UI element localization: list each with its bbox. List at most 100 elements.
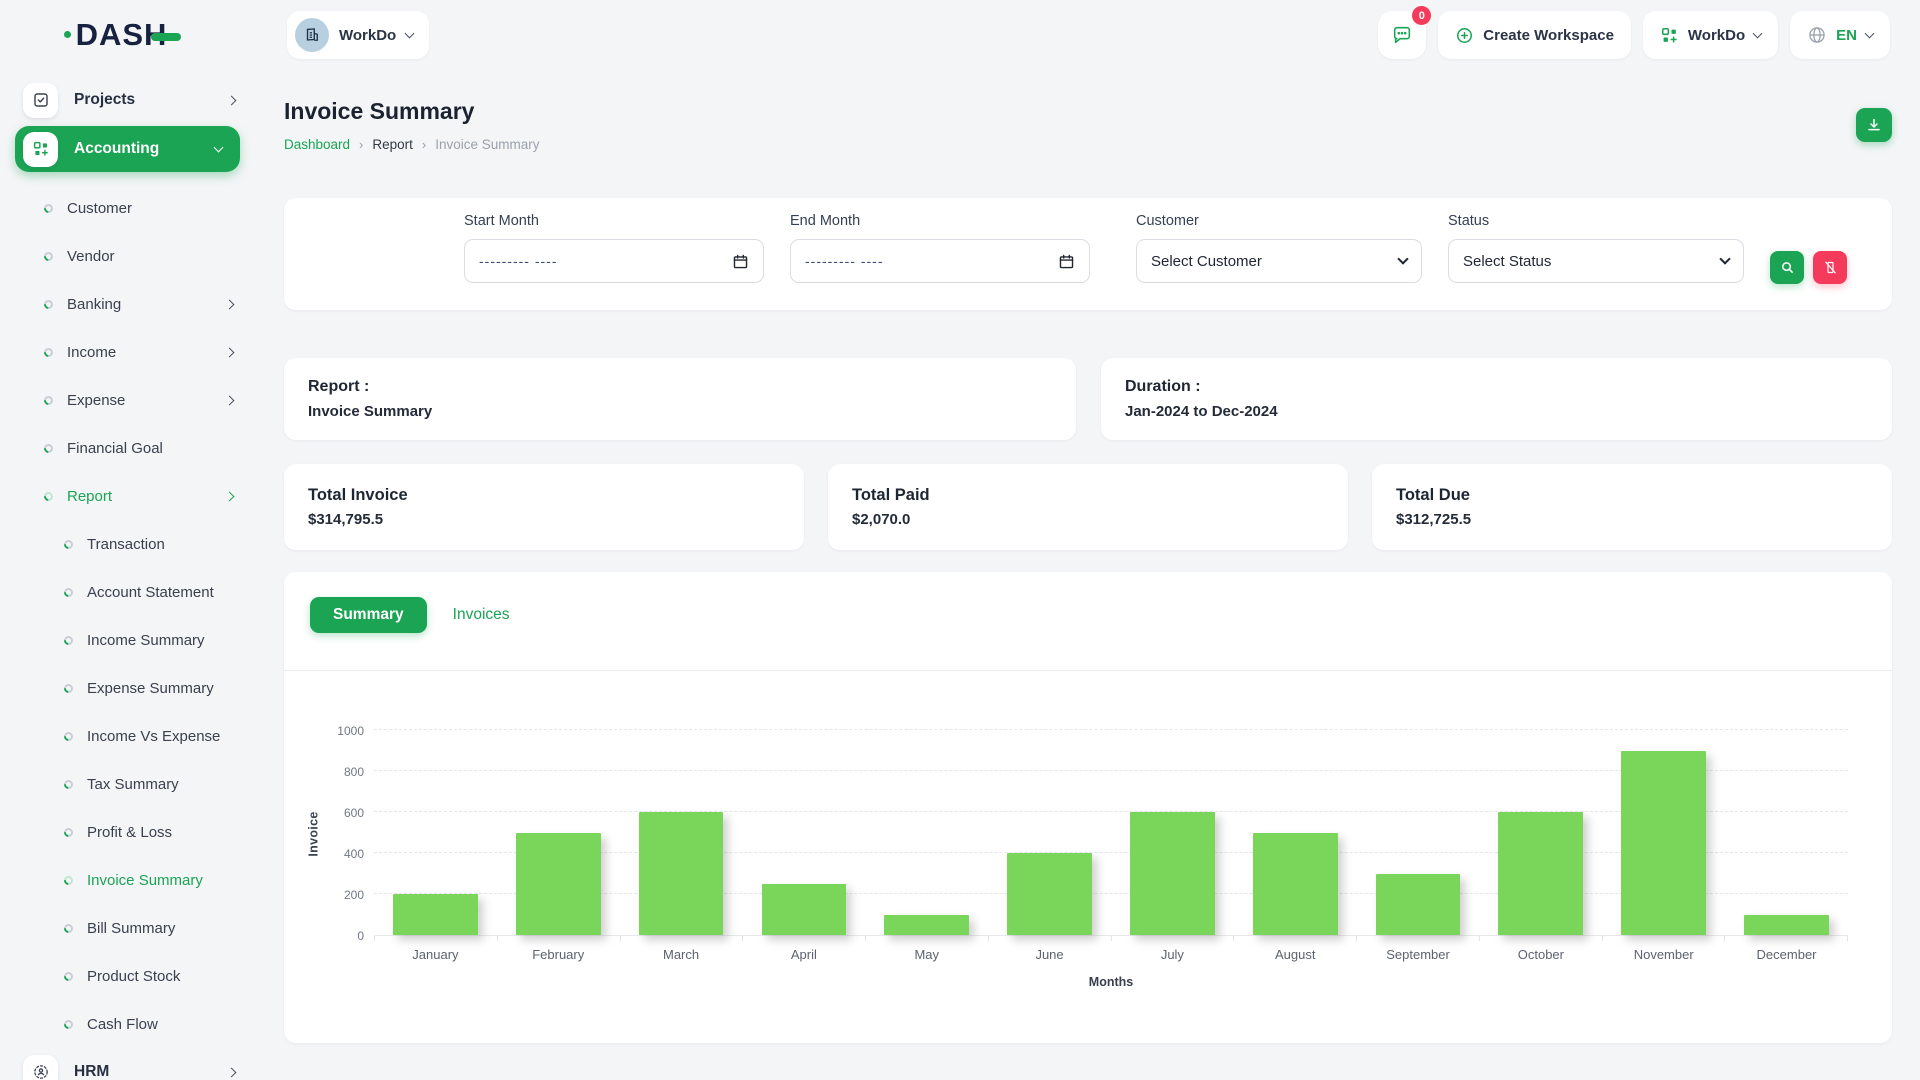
bar-slot	[1479, 731, 1602, 935]
app-logo[interactable]: DASH	[76, 17, 182, 53]
search-button[interactable]	[1770, 251, 1804, 284]
sidebar-item-bill-summary[interactable]: Bill Summary	[0, 904, 257, 952]
x-tick-label: June	[988, 947, 1111, 962]
workspace-name: WorkDo	[339, 27, 396, 44]
customer-label: Customer	[1136, 213, 1422, 229]
messages-badge: 0	[1412, 6, 1431, 25]
filter-panel: Start Month --------- ---- End Month ---…	[284, 198, 1892, 310]
bar-june[interactable]	[1007, 853, 1092, 935]
sidebar-item-financial-goal[interactable]: Financial Goal	[0, 424, 257, 472]
sidebar-item-tax-summary[interactable]: Tax Summary	[0, 760, 257, 808]
x-tick	[1480, 936, 1603, 941]
sidebar-item-profit-loss[interactable]: Profit & Loss	[0, 808, 257, 856]
bullet-icon	[62, 826, 75, 839]
language-selector[interactable]: EN	[1790, 11, 1890, 59]
logo-zone: DASH	[0, 17, 257, 53]
workspace-switcher-button[interactable]: WorkDo	[1643, 11, 1778, 59]
sidebar-item-accounting[interactable]: Accounting	[15, 126, 240, 172]
sidebar-item-invoice-summary[interactable]: Invoice Summary	[0, 856, 257, 904]
x-tick-label: November	[1602, 947, 1725, 962]
y-tick-label: 400	[344, 847, 364, 861]
bar-october[interactable]	[1498, 812, 1583, 935]
tabs: Summary Invoices	[284, 597, 1892, 633]
report-value: Invoice Summary	[308, 403, 1052, 420]
tab-invoices[interactable]: Invoices	[453, 606, 510, 624]
person-target-icon	[32, 1063, 50, 1080]
chevron-down-icon	[1397, 253, 1408, 264]
end-month-input[interactable]: --------- ----	[790, 239, 1090, 283]
checkbox-icon	[32, 91, 50, 109]
chevron-right-icon	[227, 95, 237, 105]
building-icon	[303, 26, 321, 44]
start-month-label: Start Month	[464, 213, 764, 229]
bar-march[interactable]	[639, 812, 724, 935]
sidebar-item-report[interactable]: Report	[0, 472, 257, 520]
breadcrumb-dashboard[interactable]: Dashboard	[284, 137, 350, 152]
x-tick	[498, 936, 621, 941]
sidebar-item-label: Bill Summary	[87, 920, 175, 937]
sidebar-item-cash-flow[interactable]: Cash Flow	[0, 1000, 257, 1048]
messages-button[interactable]: 0	[1378, 11, 1426, 59]
bar-july[interactable]	[1130, 812, 1215, 935]
bar-may[interactable]	[884, 915, 969, 936]
plus-circle-icon	[1455, 26, 1474, 45]
sidebar-item-income-vs-expense[interactable]: Income Vs Expense	[0, 712, 257, 760]
breadcrumb-report[interactable]: Report	[372, 137, 413, 152]
bar-slot	[620, 731, 743, 935]
topbar: DASH WorkDo 0 Create Workspace WorkDo EN	[0, 0, 1920, 70]
bar-february[interactable]	[516, 833, 601, 936]
bullet-icon	[42, 250, 55, 263]
bullet-icon	[62, 730, 75, 743]
bar-december[interactable]	[1744, 915, 1829, 936]
chevron-down-icon	[1865, 29, 1875, 39]
workspace-selector[interactable]: WorkDo	[287, 11, 429, 59]
bar-april[interactable]	[762, 884, 847, 935]
projects-icon-tile	[23, 83, 58, 118]
bar-january[interactable]	[393, 894, 478, 935]
download-button[interactable]	[1856, 108, 1892, 142]
create-workspace-button[interactable]: Create Workspace	[1438, 11, 1631, 59]
bar-september[interactable]	[1376, 874, 1461, 936]
bar-november[interactable]	[1621, 751, 1706, 936]
customer-select[interactable]: Select Customer	[1136, 239, 1422, 283]
sidebar-item-transaction[interactable]: Transaction	[0, 520, 257, 568]
sidebar-item-expense[interactable]: Expense	[0, 376, 257, 424]
tab-summary[interactable]: Summary	[310, 597, 427, 633]
start-month-input[interactable]: --------- ----	[464, 239, 764, 283]
sidebar-item-label: Income	[67, 344, 116, 361]
x-tick	[1725, 936, 1848, 941]
report-info-row: Report : Invoice Summary Duration : Jan-…	[284, 358, 1892, 440]
stat-label: Total Due	[1396, 486, 1868, 505]
y-axis-title: Invoice	[307, 811, 321, 856]
sidebar-item-customer[interactable]: Customer	[0, 184, 257, 232]
x-tick	[989, 936, 1112, 941]
bar-august[interactable]	[1253, 833, 1338, 936]
sidebar-item-banking[interactable]: Banking	[0, 280, 257, 328]
sidebar-item-account-statement[interactable]: Account Statement	[0, 568, 257, 616]
bullet-icon	[62, 922, 75, 935]
bar-slot	[1602, 731, 1725, 935]
sidebar-item-label: Report	[67, 488, 112, 505]
sidebar-item-hrm[interactable]: HRM	[0, 1050, 257, 1080]
start-month-field: Start Month --------- ----	[464, 213, 764, 310]
reset-filter-button[interactable]	[1813, 251, 1847, 284]
stat-label: Total Invoice	[308, 486, 780, 505]
bullet-icon	[42, 442, 55, 455]
sidebar-item-product-stock[interactable]: Product Stock	[0, 952, 257, 1000]
sidebar-item-vendor[interactable]: Vendor	[0, 232, 257, 280]
sidebar-item-projects[interactable]: Projects	[0, 78, 257, 122]
x-tick-label: February	[497, 947, 620, 962]
stat-value: $2,070.0	[852, 511, 1324, 528]
plot-area	[374, 731, 1848, 936]
status-select[interactable]: Select Status	[1448, 239, 1744, 283]
bullet-icon	[42, 346, 55, 359]
y-tick-label: 600	[344, 806, 364, 820]
sidebar-item-expense-summary[interactable]: Expense Summary	[0, 664, 257, 712]
sidebar-item-income-summary[interactable]: Income Summary	[0, 616, 257, 664]
calendar-icon	[1058, 253, 1075, 270]
accounting-icon-tile	[23, 132, 58, 167]
chevron-down-icon	[1719, 253, 1730, 264]
x-tick	[743, 936, 866, 941]
sidebar-item-income[interactable]: Income	[0, 328, 257, 376]
breadcrumb: Dashboard › Report › Invoice Summary	[284, 137, 540, 152]
